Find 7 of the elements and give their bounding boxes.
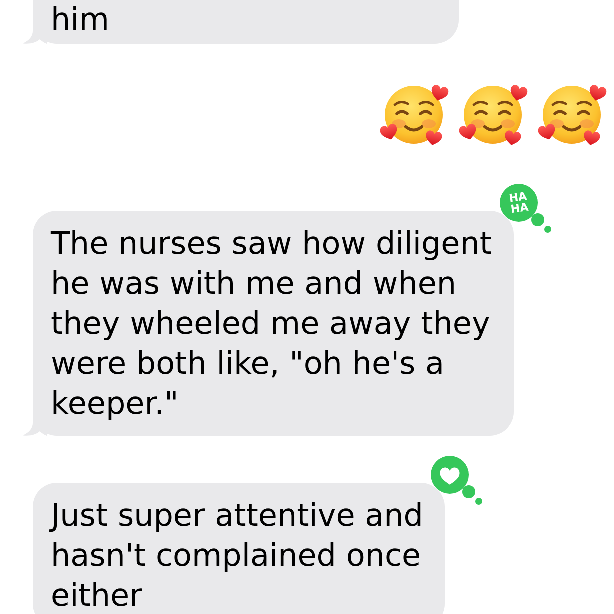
reaction-label: HA <box>508 190 528 204</box>
heart-reaction-icon <box>431 456 484 505</box>
message-text: Just super attentive and hasn't complained once either <box>51 497 424 614</box>
reaction-bubble-icon <box>500 184 552 233</box>
message-text: him <box>51 1 110 40</box>
message-text: The nurses saw how diligent he was with me and when they wheeled me away they were both like, "oh he's a keeper." <box>51 225 492 424</box>
reaction-label: HA <box>510 202 530 216</box>
